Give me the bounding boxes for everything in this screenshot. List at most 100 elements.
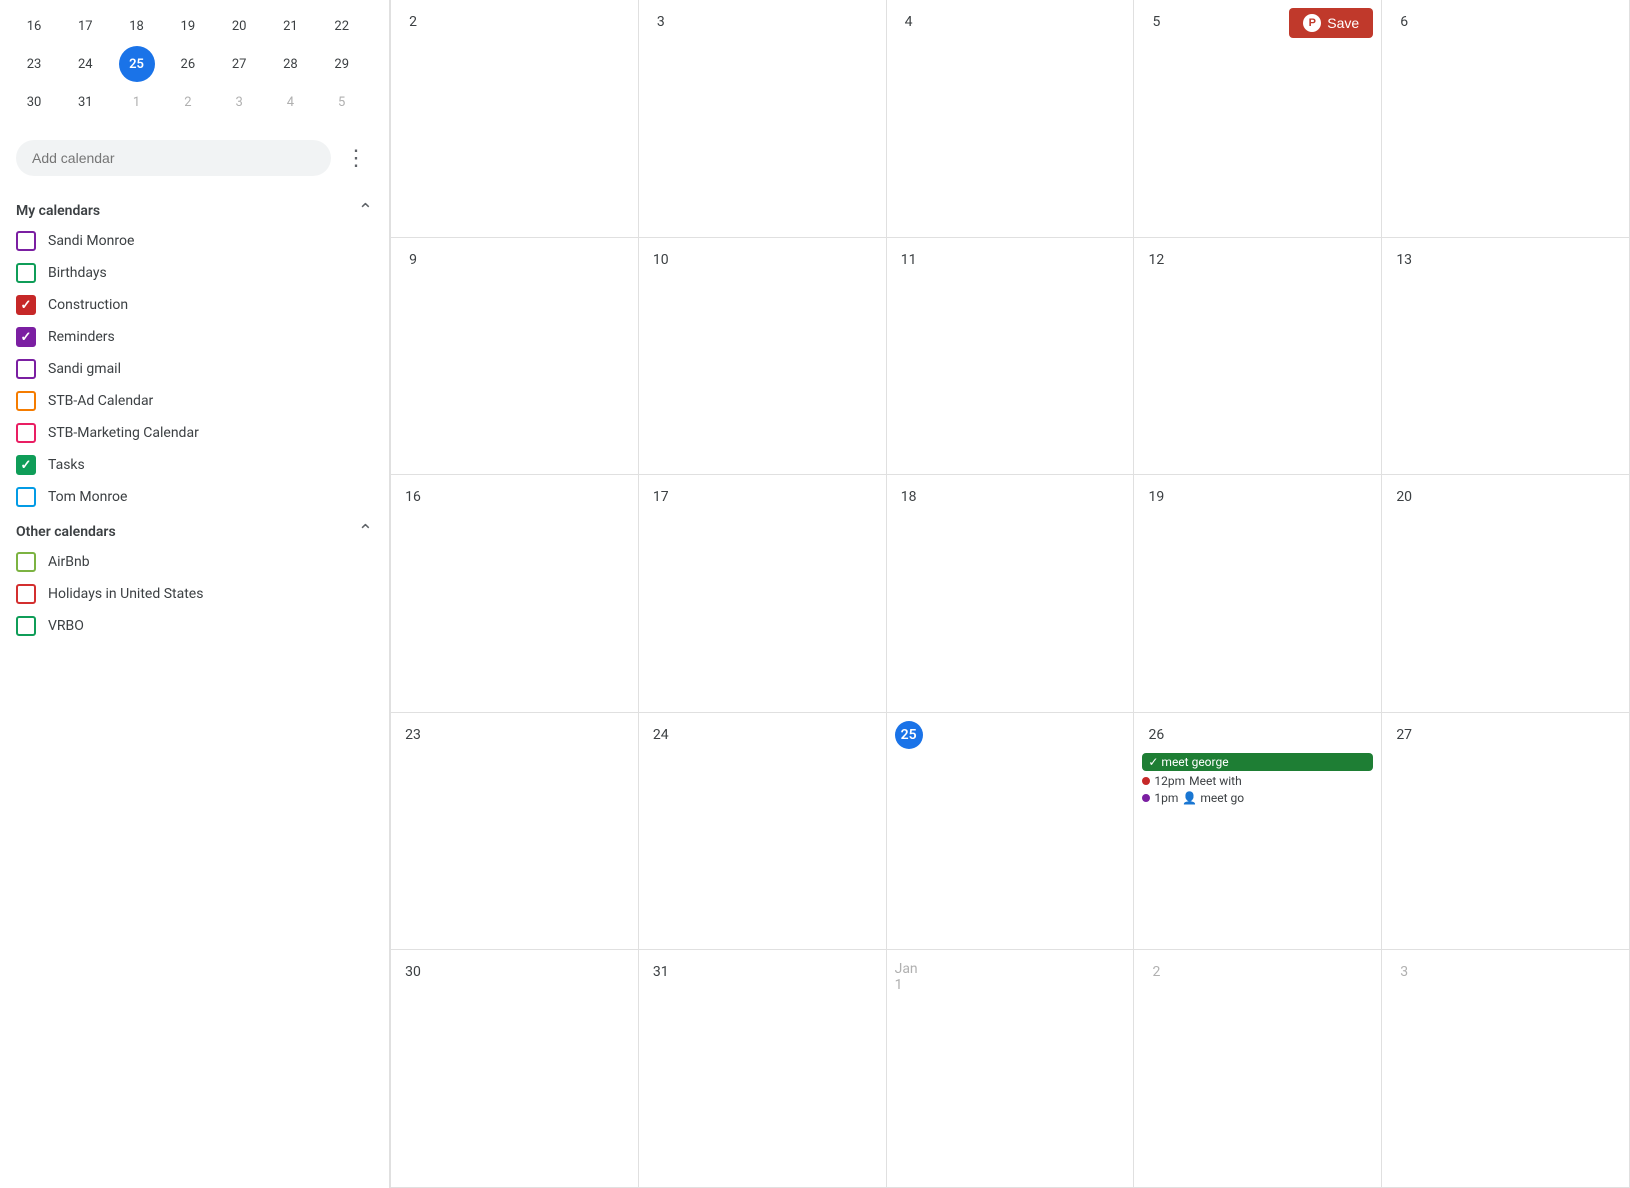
pinterest-icon: P (1303, 14, 1321, 32)
calendar-item-holidays-us[interactable]: Holidays in United States (0, 578, 389, 610)
mini-cal-day[interactable]: 18 (119, 8, 155, 44)
calendar-item-reminders[interactable]: ✓Reminders (0, 321, 389, 353)
calendar-day-cell[interactable]: 2 (391, 0, 639, 238)
calendar-day-cell[interactable]: 31 (639, 950, 887, 1188)
mini-cal-day[interactable]: 29 (324, 46, 360, 82)
calendar-label-tasks: Tasks (48, 457, 85, 473)
mini-cal-day[interactable]: 4 (272, 84, 308, 120)
calendar-checkbox-birthdays[interactable] (16, 263, 36, 283)
event-dot-row[interactable]: 12pm Meet with (1142, 774, 1373, 788)
calendar-day-cell[interactable]: 3 (1382, 950, 1630, 1188)
mini-cal-day[interactable]: 16 (16, 8, 52, 44)
my-calendars-title: My calendars (16, 203, 100, 219)
day-number: Jan 1 (895, 963, 923, 991)
calendar-item-sandi-monroe[interactable]: Sandi Monroe (0, 225, 389, 257)
day-number: 9 (399, 246, 427, 274)
calendar-checkbox-airbnb[interactable] (16, 552, 36, 572)
event-chip[interactable]: ✓ meet george (1142, 753, 1373, 771)
add-calendar-input[interactable] (16, 140, 331, 176)
day-number: 4 (895, 8, 923, 36)
calendar-item-stb-marketing-calendar[interactable]: STB-Marketing Calendar (0, 417, 389, 449)
day-number: 31 (647, 958, 675, 986)
calendar-day-cell[interactable]: 12 (1134, 238, 1382, 476)
day-number: 3 (1390, 958, 1418, 986)
mini-cal-day[interactable]: 22 (324, 8, 360, 44)
mini-cal-day[interactable]: 5 (324, 84, 360, 120)
calendar-day-cell[interactable]: 27 (1382, 713, 1630, 951)
mini-cal-day[interactable]: 27 (221, 46, 257, 82)
day-number: 11 (895, 246, 923, 274)
calendar-item-vrbo[interactable]: VRBO (0, 610, 389, 642)
mini-cal-day[interactable]: 20 (221, 8, 257, 44)
my-calendars-collapse-button[interactable]: ⌃ (358, 200, 373, 221)
mini-cal-day[interactable]: 1 (119, 84, 155, 120)
mini-cal-day[interactable]: 19 (170, 8, 206, 44)
day-number: 17 (647, 483, 675, 511)
calendar-day-cell[interactable]: 9 (391, 238, 639, 476)
calendar-day-cell[interactable]: 20 (1382, 475, 1630, 713)
calendar-day-cell[interactable]: 3 (639, 0, 887, 238)
calendar-day-cell[interactable]: 6 (1382, 0, 1630, 238)
calendar-checkbox-construction[interactable]: ✓ (16, 295, 36, 315)
calendar-checkbox-reminders[interactable]: ✓ (16, 327, 36, 347)
calendar-day-cell[interactable]: 16 (391, 475, 639, 713)
calendar-checkbox-stb-marketing-calendar[interactable] (16, 423, 36, 443)
event-dot-row[interactable]: 1pm 👤 meet go (1142, 791, 1373, 805)
calendar-day-cell[interactable]: 13 (1382, 238, 1630, 476)
calendar-item-sandi-gmail[interactable]: Sandi gmail (0, 353, 389, 385)
day-number: 27 (1390, 721, 1418, 749)
calendar-checkbox-tasks[interactable]: ✓ (16, 455, 36, 475)
mini-cal-day[interactable]: 2 (170, 84, 206, 120)
day-number: 25 (895, 721, 923, 749)
calendar-day-cell[interactable]: 18 (887, 475, 1135, 713)
calendar-checkbox-sandi-gmail[interactable] (16, 359, 36, 379)
day-number: 2 (399, 8, 427, 36)
calendar-checkbox-holidays-us[interactable] (16, 584, 36, 604)
event-time: 1pm (1154, 791, 1178, 805)
mini-cal-day[interactable]: 17 (67, 8, 103, 44)
calendar-day-cell[interactable]: 19 (1134, 475, 1382, 713)
calendar-item-tasks[interactable]: ✓ Tasks (0, 449, 389, 481)
mini-cal-day[interactable]: 21 (272, 8, 308, 44)
mini-cal-day[interactable]: 30 (16, 84, 52, 120)
other-calendars-collapse-button[interactable]: ⌃ (358, 521, 373, 542)
pinterest-save-button[interactable]: PSave (1289, 8, 1373, 38)
other-calendars-title: Other calendars (16, 524, 116, 540)
mini-cal-day[interactable]: 31 (67, 84, 103, 120)
calendar-item-stb-ad-calendar[interactable]: STB-Ad Calendar (0, 385, 389, 417)
mini-cal-day[interactable]: 3 (221, 84, 257, 120)
calendar-label-stb-marketing-calendar: STB-Marketing Calendar (48, 425, 199, 441)
calendar-checkbox-vrbo[interactable] (16, 616, 36, 636)
mini-cal-day[interactable]: 28 (272, 46, 308, 82)
calendar-day-cell[interactable]: 25 (887, 713, 1135, 951)
calendar-item-airbnb[interactable]: AirBnb (0, 546, 389, 578)
calendar-day-cell[interactable]: 26✓ meet george12pm Meet with1pm 👤 meet … (1134, 713, 1382, 951)
calendar-item-tom-monroe[interactable]: Tom Monroe (0, 481, 389, 513)
mini-cal-day[interactable]: 23 (16, 46, 52, 82)
calendar-checkbox-sandi-monroe[interactable] (16, 231, 36, 251)
mini-cal-day[interactable]: 24 (67, 46, 103, 82)
calendar-day-cell[interactable]: 23 (391, 713, 639, 951)
calendar-day-cell[interactable]: 11 (887, 238, 1135, 476)
calendar-day-cell[interactable]: 17 (639, 475, 887, 713)
calendar-day-cell[interactable]: Jan 1 (887, 950, 1135, 1188)
calendar-label-holidays-us: Holidays in United States (48, 586, 203, 602)
calendar-day-cell[interactable]: 2 (1134, 950, 1382, 1188)
calendar-day-cell[interactable]: 30 (391, 950, 639, 1188)
calendar-day-cell[interactable]: 10 (639, 238, 887, 476)
my-calendars-section-header: My calendars ⌃ (0, 192, 389, 225)
calendar-label-birthdays: Birthdays (48, 265, 107, 281)
calendar-day-cell[interactable]: 24 (639, 713, 887, 951)
mini-calendar: 1617181920212223242526272829303112345 (0, 0, 389, 132)
more-vert-button[interactable]: ⋮ (339, 141, 373, 175)
calendar-checkbox-stb-ad-calendar[interactable] (16, 391, 36, 411)
calendar-checkbox-tom-monroe[interactable] (16, 487, 36, 507)
calendar-day-cell[interactable]: 5 PSave (1134, 0, 1382, 238)
calendar-item-birthdays[interactable]: Birthdays (0, 257, 389, 289)
calendar-day-cell[interactable]: 4 (887, 0, 1135, 238)
mini-cal-day[interactable]: 25 (119, 46, 155, 82)
mini-cal-day[interactable]: 26 (170, 46, 206, 82)
calendar-label-sandi-monroe: Sandi Monroe (48, 233, 134, 249)
day-number: 5 (1142, 8, 1170, 36)
calendar-item-construction[interactable]: ✓Construction (0, 289, 389, 321)
